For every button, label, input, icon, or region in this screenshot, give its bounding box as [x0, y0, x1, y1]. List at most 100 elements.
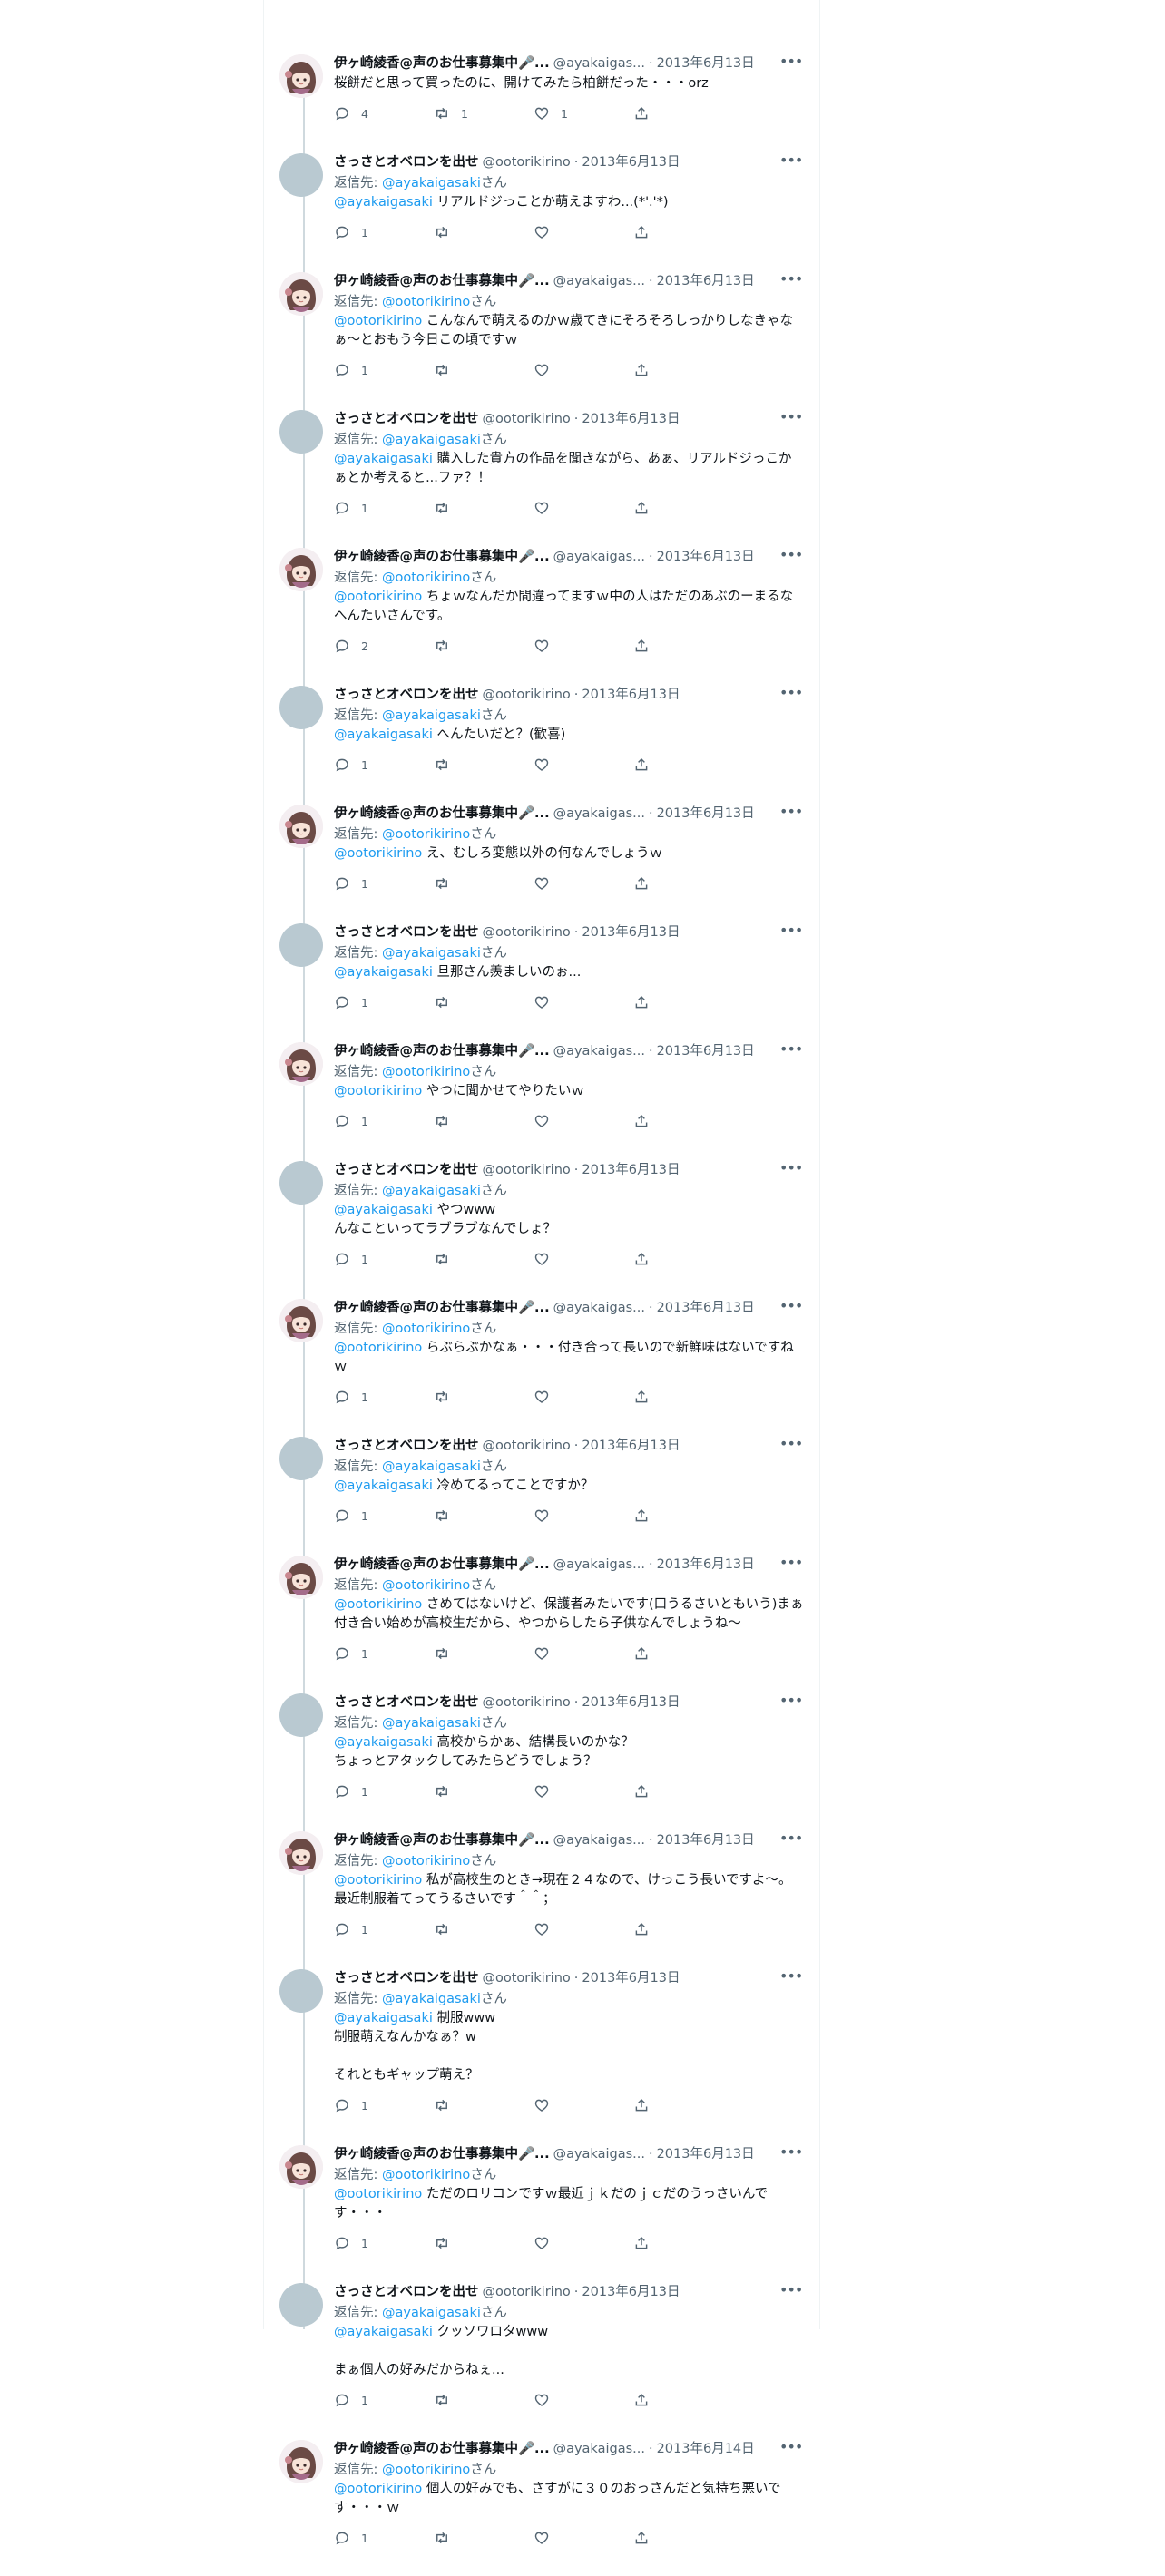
more-icon[interactable]: •••	[779, 270, 803, 292]
tweet-date[interactable]: 2013年6月13日	[657, 1830, 755, 1851]
more-icon[interactable]: •••	[779, 2143, 803, 2165]
tweet-4[interactable]: さっさとオベロンを出せ @ootorikirino · 2013年6月13日 •…	[264, 408, 819, 521]
share-button[interactable]	[633, 1389, 661, 1405]
more-icon[interactable]: •••	[779, 1692, 803, 1713]
retweet-button[interactable]	[434, 1645, 534, 1662]
more-icon[interactable]: •••	[779, 53, 803, 74]
retweet-button[interactable]	[434, 1113, 534, 1129]
like-button[interactable]	[534, 224, 633, 240]
tweet-14[interactable]: さっさとオベロンを出せ @ootorikirino · 2013年6月13日 •…	[264, 1692, 819, 1804]
user-handle[interactable]: @ayakaigas...	[553, 2438, 645, 2460]
avatar[interactable]	[279, 923, 323, 967]
user-handle[interactable]: @ayakaigas...	[553, 270, 645, 292]
reply-button[interactable]: 1	[334, 2097, 434, 2113]
tweet-date[interactable]: 2013年6月13日	[582, 1435, 680, 1457]
mention-link[interactable]: @ootorikirino	[334, 846, 422, 861]
user-handle[interactable]: @ayakaigas...	[553, 1040, 645, 1062]
user-handle[interactable]: @ayakaigas...	[553, 53, 645, 74]
user-handle[interactable]: @ootorikirino	[483, 684, 571, 706]
user-name[interactable]: さっさとオベロンを出せ	[334, 2281, 479, 2303]
replying-to-link[interactable]: @ayakaigasaki	[382, 2306, 481, 2320]
share-button[interactable]	[633, 105, 661, 122]
user-name[interactable]: 伊ヶ崎綾香@声のお仕事募集中🎤...	[334, 270, 550, 292]
replying-to-link[interactable]: @ootorikirino	[382, 571, 470, 585]
like-button[interactable]	[534, 875, 633, 892]
reply-button[interactable]: 1	[334, 756, 434, 773]
more-icon[interactable]: •••	[779, 1159, 803, 1181]
tweet-date[interactable]: 2013年6月14日	[657, 2438, 755, 2460]
retweet-button[interactable]	[434, 638, 534, 654]
share-button[interactable]	[633, 224, 661, 240]
avatar[interactable]	[279, 2440, 323, 2483]
more-icon[interactable]: •••	[779, 2281, 803, 2303]
tweet-date[interactable]: 2013年6月13日	[582, 151, 680, 173]
share-button[interactable]	[633, 1783, 661, 1800]
tweet-date[interactable]: 2013年6月13日	[657, 270, 755, 292]
replying-to-link[interactable]: @ayakaigasaki	[382, 1184, 481, 1198]
more-icon[interactable]: •••	[779, 546, 803, 568]
tweet-13[interactable]: 伊ヶ崎綾香@声のお仕事募集中🎤... @ayakaigas... · 2013年…	[264, 1554, 819, 1666]
tweet-17[interactable]: 伊ヶ崎綾香@声のお仕事募集中🎤... @ayakaigas... · 2013年…	[264, 2143, 819, 2256]
tweet-15[interactable]: 伊ヶ崎綾香@声のお仕事募集中🎤... @ayakaigas... · 2013年…	[264, 1830, 819, 1942]
reply-button[interactable]: 1	[334, 1389, 434, 1405]
like-button[interactable]	[534, 994, 633, 1010]
avatar[interactable]	[279, 686, 323, 729]
mention-link[interactable]: @ootorikirino	[334, 1084, 422, 1098]
share-button[interactable]	[633, 2097, 661, 2113]
tweet-date[interactable]: 2013年6月13日	[582, 922, 680, 943]
retweet-button[interactable]	[434, 1389, 534, 1405]
replying-to-link[interactable]: @ootorikirino	[382, 827, 470, 842]
avatar[interactable]	[279, 2283, 323, 2327]
like-button[interactable]	[534, 2097, 633, 2113]
user-name[interactable]: 伊ヶ崎綾香@声のお仕事募集中🎤...	[334, 1297, 550, 1319]
mention-link[interactable]: @ootorikirino	[334, 1341, 422, 1355]
like-button[interactable]	[534, 1645, 633, 1662]
user-name[interactable]: 伊ヶ崎綾香@声のお仕事募集中🎤...	[334, 2438, 550, 2460]
tweet-date[interactable]: 2013年6月13日	[582, 2281, 680, 2303]
like-button[interactable]	[534, 1783, 633, 1800]
replying-to-link[interactable]: @ayakaigasaki	[382, 946, 481, 961]
replying-to-link[interactable]: @ootorikirino	[382, 1322, 470, 1336]
user-handle[interactable]: @ootorikirino	[483, 151, 571, 173]
retweet-button[interactable]	[434, 1508, 534, 1524]
retweet-button[interactable]	[434, 1251, 534, 1267]
reply-button[interactable]: 1	[334, 1645, 434, 1662]
tweet-11[interactable]: 伊ヶ崎綾香@声のお仕事募集中🎤... @ayakaigas... · 2013年…	[264, 1297, 819, 1410]
tweet-date[interactable]: 2013年6月13日	[657, 1297, 755, 1319]
replying-to-link[interactable]: @ootorikirino	[382, 1578, 470, 1593]
tweet-date[interactable]: 2013年6月13日	[657, 803, 755, 825]
replying-to-link[interactable]: @ootorikirino	[382, 2463, 470, 2477]
user-handle[interactable]: @ootorikirino	[483, 922, 571, 943]
reply-button[interactable]: 1	[334, 2530, 434, 2546]
like-button[interactable]	[534, 1113, 633, 1129]
user-handle[interactable]: @ayakaigas...	[553, 803, 645, 825]
replying-to-link[interactable]: @ayakaigasaki	[382, 1992, 481, 2006]
replying-to-link[interactable]: @ayakaigasaki	[382, 176, 481, 190]
share-button[interactable]	[633, 2235, 661, 2251]
user-handle[interactable]: @ootorikirino	[483, 1967, 571, 1989]
user-handle[interactable]: @ayakaigas...	[553, 546, 645, 568]
more-icon[interactable]: •••	[779, 684, 803, 706]
reply-button[interactable]: 1	[334, 1508, 434, 1524]
share-button[interactable]	[633, 1113, 661, 1129]
user-name[interactable]: さっさとオベロンを出せ	[334, 408, 479, 430]
reply-button[interactable]: 1	[334, 1921, 434, 1937]
retweet-button[interactable]	[434, 875, 534, 892]
mention-link[interactable]: @ayakaigasaki	[334, 1478, 433, 1493]
share-button[interactable]	[633, 875, 661, 892]
retweet-button[interactable]	[434, 2392, 534, 2408]
mention-link[interactable]: @ootorikirino	[334, 2187, 422, 2201]
replying-to-link[interactable]: @ootorikirino	[382, 1854, 470, 1869]
avatar[interactable]	[279, 1831, 323, 1875]
more-icon[interactable]: •••	[779, 1830, 803, 1851]
like-button[interactable]	[534, 2530, 633, 2546]
mention-link[interactable]: @ayakaigasaki	[334, 2325, 433, 2339]
mention-link[interactable]: @ayakaigasaki	[334, 195, 433, 210]
tweet-19[interactable]: 伊ヶ崎綾香@声のお仕事募集中🎤... @ayakaigas... · 2013年…	[264, 2438, 819, 2551]
reply-button[interactable]: 1	[334, 362, 434, 378]
avatar[interactable]	[279, 272, 323, 316]
more-icon[interactable]: •••	[779, 2438, 803, 2460]
mention-link[interactable]: @ootorikirino	[334, 1873, 422, 1888]
user-handle[interactable]: @ootorikirino	[483, 1692, 571, 1713]
mention-link[interactable]: @ootorikirino	[334, 2482, 422, 2496]
